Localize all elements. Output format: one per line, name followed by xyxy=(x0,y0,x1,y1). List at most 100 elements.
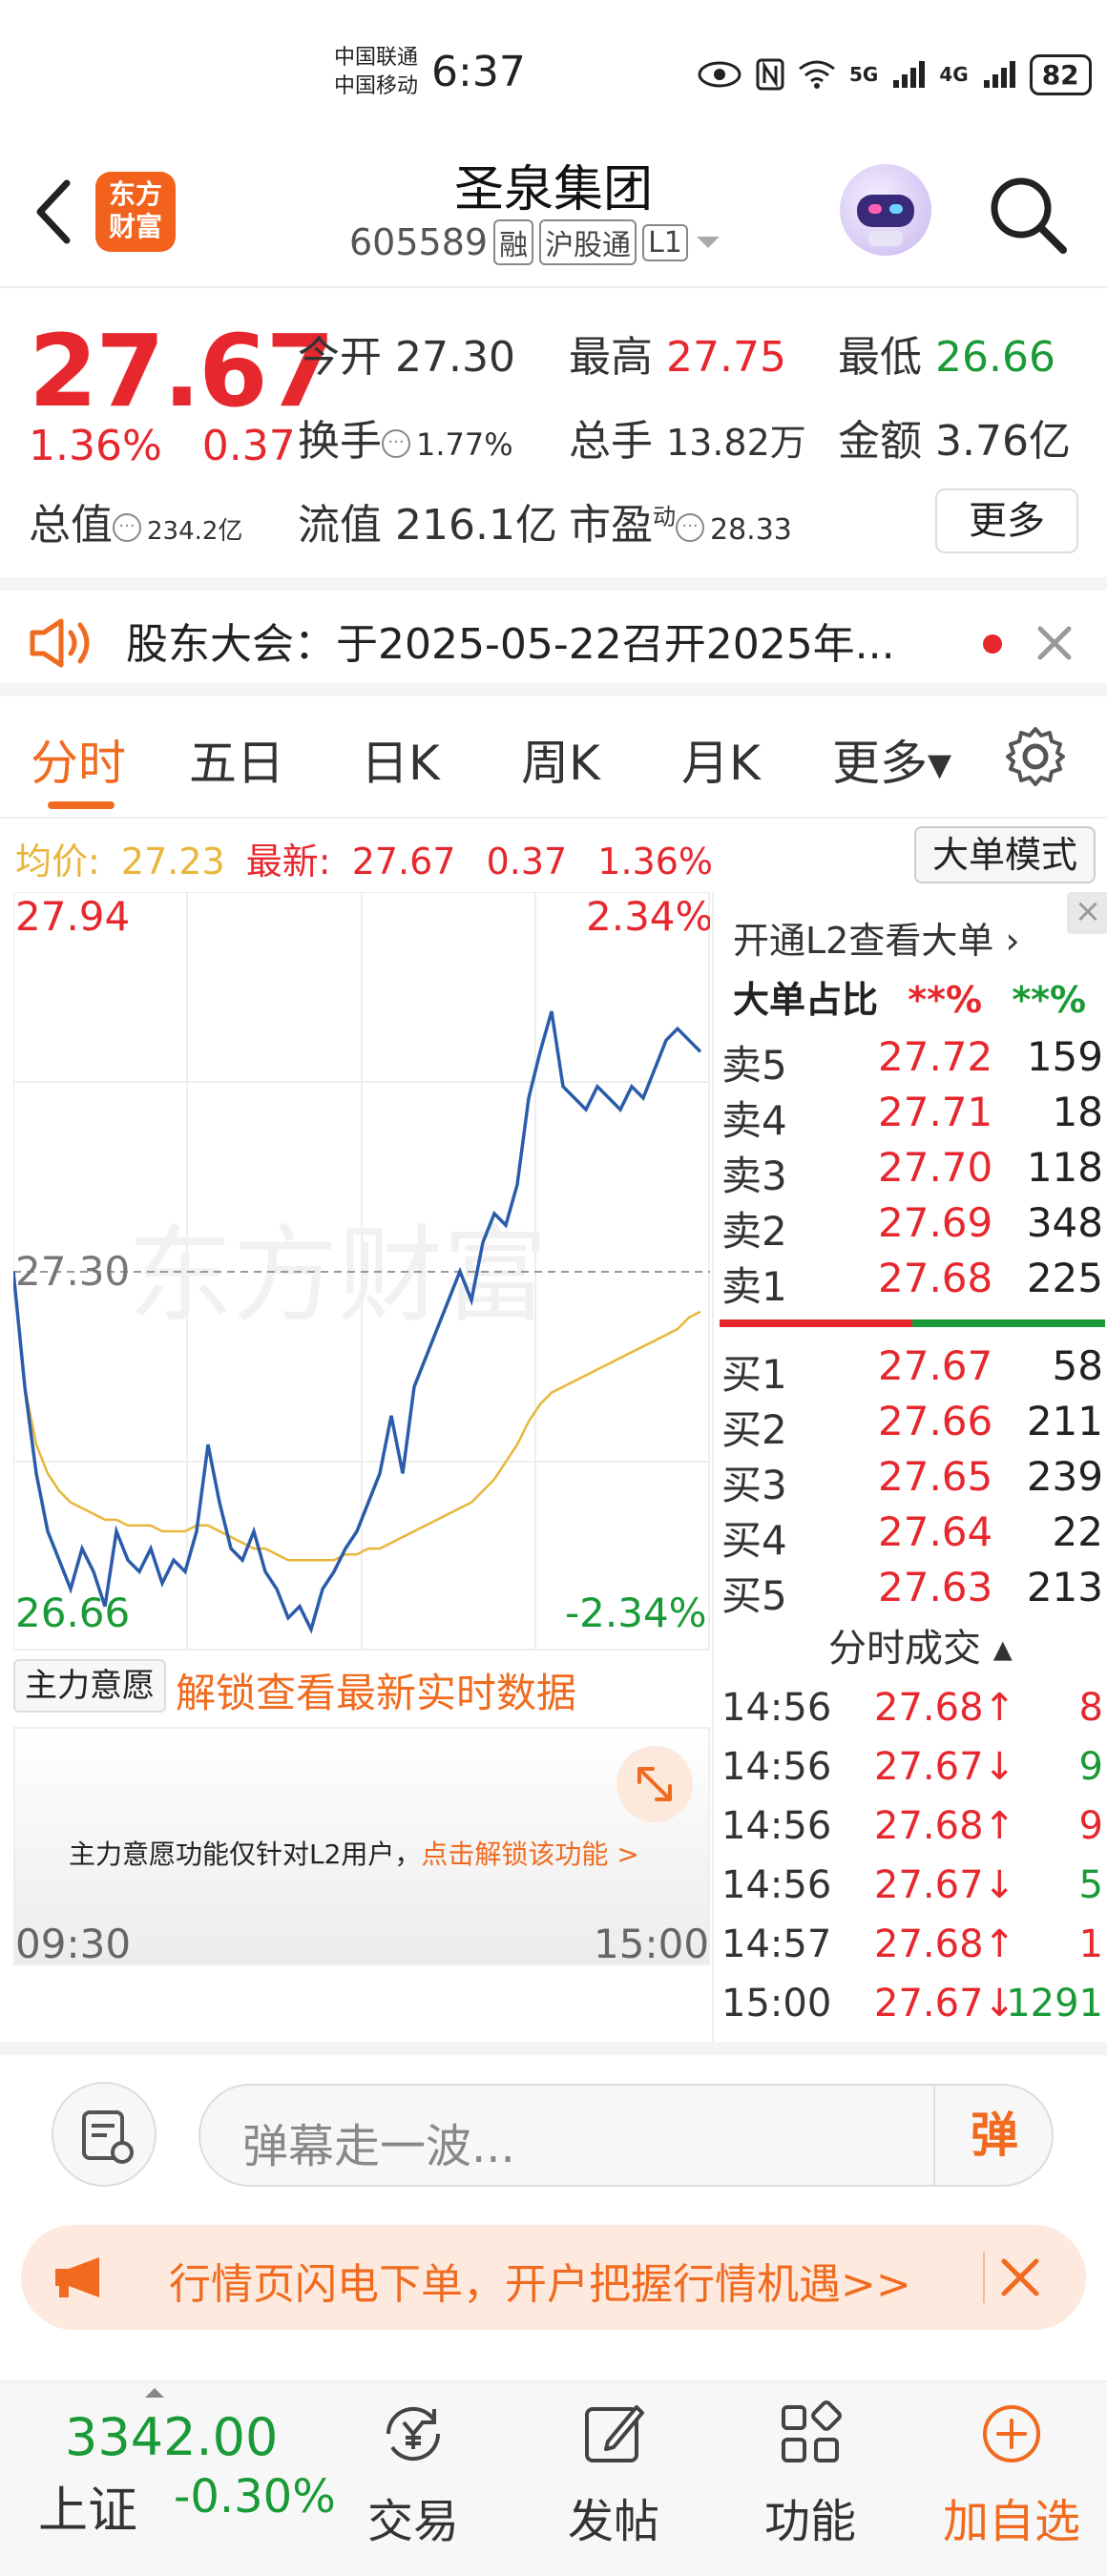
close-icon[interactable] xyxy=(1031,619,1078,667)
info-icon[interactable]: ··· xyxy=(382,429,410,458)
tab-monthly-k[interactable]: 月K xyxy=(681,725,761,794)
ask-label: 卖2 xyxy=(721,1208,787,1255)
assistant-avatar[interactable] xyxy=(840,164,931,256)
comment-bar: 弹幕走一波... 弹 xyxy=(0,2042,1107,2194)
ask-volume: 118 xyxy=(1026,1144,1103,1191)
tab-intraday[interactable]: 分时 xyxy=(31,725,126,794)
tick-time: 14:56 xyxy=(721,1804,832,1848)
tab-daily-k[interactable]: 日K xyxy=(361,725,440,794)
danmu-button[interactable]: 弹 xyxy=(933,2086,1054,2185)
ask-row: 卖1 27.68 225 xyxy=(721,1255,1103,1310)
gear-icon[interactable] xyxy=(1004,725,1067,788)
comment-settings-button[interactable] xyxy=(52,2082,157,2187)
tick-row: 14:57 27.68↑ 1 xyxy=(721,1922,1103,1982)
tick-row: 14:56 27.68↑ 8 xyxy=(721,1686,1103,1745)
index-name: 上证 xyxy=(38,2483,138,2540)
open-field: 今开 27.30 xyxy=(298,322,515,384)
wifi-icon xyxy=(799,60,835,89)
more-button[interactable]: 更多 xyxy=(935,488,1078,553)
carrier-1: 中国联通 xyxy=(334,46,419,70)
index-value: 3342.00 xyxy=(65,2407,279,2467)
nav-add-watchlist[interactable]: 加自选 xyxy=(935,2396,1088,2550)
expand-icon[interactable] xyxy=(616,1746,693,1822)
current-price: 27.67 xyxy=(29,313,335,429)
ask-label: 卖4 xyxy=(721,1097,787,1144)
notice-bar[interactable]: 股东大会：于2025-05-22召开2025年... xyxy=(0,577,1107,696)
notice-text[interactable]: 股东大会：于2025-05-22召开2025年... xyxy=(126,610,895,671)
ask-price: 27.70 xyxy=(878,1144,993,1191)
bid-row: 买4 27.64 22 xyxy=(721,1508,1103,1564)
tab-weekly-k[interactable]: 周K xyxy=(521,725,600,794)
active-tab-indicator xyxy=(48,801,115,809)
pe-sup: 动 xyxy=(653,503,676,530)
tab-five-day[interactable]: 五日 xyxy=(189,725,284,794)
tick-row: 14:56 27.67↓ 9 xyxy=(721,1745,1103,1804)
amount-label: 金额 xyxy=(838,417,922,466)
danmu-placeholder: 弹幕走一波... xyxy=(242,2120,515,2173)
tick-trades-title[interactable]: 分时成交 ▴ xyxy=(828,1617,1013,1672)
nav-trade[interactable]: 交易 xyxy=(342,2396,485,2550)
buy-sell-ratio-bar xyxy=(720,1319,1105,1327)
low-field: 最低 26.66 xyxy=(838,322,1055,384)
unlock-realtime-link[interactable]: 解锁查看最新实时数据 xyxy=(176,1661,576,1719)
open-value: 27.30 xyxy=(395,333,515,382)
info-icon[interactable]: ··· xyxy=(113,513,141,542)
mktcap-value: 234.2亿 xyxy=(147,517,243,546)
ask-volume: 348 xyxy=(1026,1199,1103,1246)
latest-pct: 1.36% xyxy=(597,841,714,883)
main-force-message: 主力意愿功能仅针对L2用户，点击解锁该功能 > xyxy=(69,1834,639,1872)
low-value: 26.66 xyxy=(935,333,1055,382)
tab-more[interactable]: 更多▾ xyxy=(832,725,951,794)
tick-time: 15:00 xyxy=(721,1982,832,2025)
back-arrow-icon[interactable] xyxy=(25,174,82,250)
bid-label: 买4 xyxy=(721,1517,787,1564)
tag-level: L1 xyxy=(642,223,688,261)
float-field: 流值 216.1亿 xyxy=(298,490,557,551)
main-force-section: 主力意愿 ▾ 解锁查看最新实时数据 主力意愿功能仅针对L2用户，点击解锁该功能 … xyxy=(13,1655,710,1970)
stock-name: 圣泉集团 xyxy=(453,161,653,218)
main-force-unlock-link[interactable]: 点击解锁该功能 > xyxy=(421,1839,638,1870)
pct-min-label: -2.34% xyxy=(565,1589,707,1636)
signal-icon xyxy=(893,61,926,88)
mktcap-label: 总值 xyxy=(29,501,113,550)
expand-arrows-icon xyxy=(637,1767,672,1801)
bid-price: 27.63 xyxy=(878,1564,993,1610)
add-circle-icon xyxy=(983,2405,1040,2462)
tag-margin: 融 xyxy=(493,219,534,265)
edit-icon xyxy=(585,2405,644,2462)
ask-volume: 225 xyxy=(1026,1255,1103,1301)
index-ticker[interactable]: 3342.00 上证 -0.30% xyxy=(0,2382,336,2576)
main-force-msg-prefix: 主力意愿功能仅针对L2用户， xyxy=(69,1839,422,1870)
main-force-dropdown[interactable]: 主力意愿 ▾ xyxy=(13,1659,166,1755)
ask-row: 卖3 27.70 118 xyxy=(721,1144,1103,1199)
intraday-chart[interactable]: 东方财富 27.94 2.34% 27.30 26.66 -2.34% xyxy=(11,891,713,1651)
low-label: 最低 xyxy=(838,333,922,382)
close-icon[interactable]: × xyxy=(1067,892,1107,934)
stock-code-row[interactable]: 605589 融 沪股通 L1 xyxy=(349,219,722,265)
tick-time: 14:57 xyxy=(721,1922,832,1966)
tick-time: 14:56 xyxy=(721,1863,832,1907)
ask-volume: 159 xyxy=(1026,1033,1103,1080)
bid-volume: 211 xyxy=(1026,1398,1103,1444)
ask-price: 27.72 xyxy=(878,1033,993,1080)
danmu-input[interactable]: 弹幕走一波... 弹 xyxy=(198,2084,1054,2187)
promo-text[interactable]: 行情页闪电下单，开户把握行情机遇>> xyxy=(169,2250,911,2311)
close-icon[interactable] xyxy=(994,2252,1046,2303)
nav-post[interactable]: 发帖 xyxy=(542,2396,685,2550)
nav-functions[interactable]: 功能 xyxy=(739,2396,882,2550)
search-icon[interactable] xyxy=(985,172,1071,258)
latest-chg: 0.37 xyxy=(486,841,568,883)
tick-volume: 5 xyxy=(1078,1863,1103,1907)
ask-volume: 18 xyxy=(1052,1089,1103,1135)
promo-banner[interactable]: 行情页闪电下单，开户把握行情机遇>> xyxy=(21,2225,1086,2330)
big-order-mode-button[interactable]: 大单模式 xyxy=(914,826,1096,883)
tick-volume: 1 xyxy=(1078,1922,1103,1966)
change-row: 1.36% 0.37 xyxy=(29,422,296,470)
open-l2-link[interactable]: 开通L2查看大单 › xyxy=(733,911,1020,964)
grid-icon xyxy=(782,2400,842,2462)
battery-icon: 82 xyxy=(1029,53,1092,95)
amount-value: 3.76亿 xyxy=(935,417,1071,466)
tick-volume: 8 xyxy=(1078,1686,1103,1730)
info-icon[interactable]: ··· xyxy=(676,513,704,542)
yen-exchange-icon xyxy=(386,2406,441,2462)
